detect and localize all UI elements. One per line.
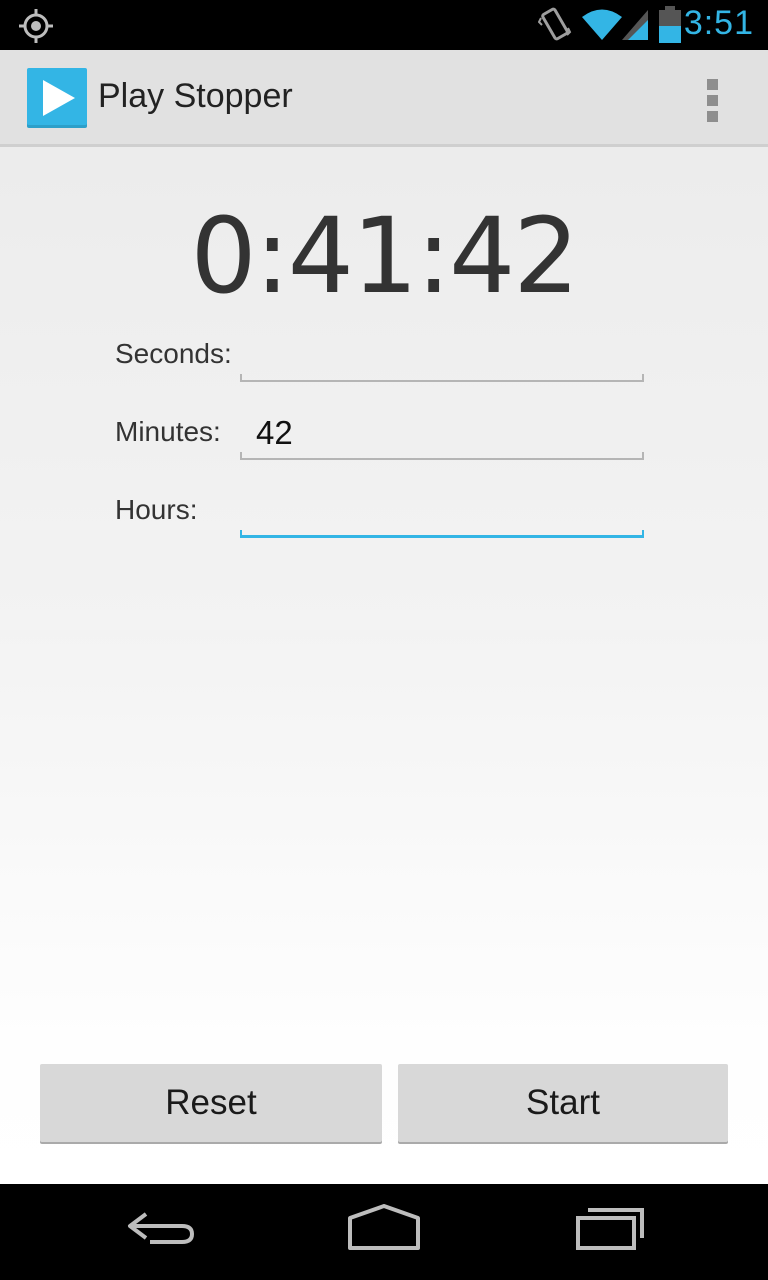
minutes-underline: [240, 452, 644, 460]
minutes-label: Minutes:: [115, 416, 221, 447]
hours-label: Hours:: [115, 494, 198, 525]
status-time: 3:51: [683, 4, 754, 42]
hours-field[interactable]: [240, 488, 644, 538]
overflow-menu-icon[interactable]: [692, 74, 732, 124]
back-icon[interactable]: [110, 1204, 210, 1260]
main-content: 0:41:42 Seconds: Minutes: Hours: Reset S…: [0, 147, 768, 1184]
signal-icon: [622, 10, 648, 40]
seconds-label: Seconds:: [115, 338, 232, 369]
hours-underline: [240, 530, 644, 538]
location-icon: [19, 9, 53, 43]
status-bar: 3:51: [0, 0, 768, 50]
recent-apps-icon[interactable]: [560, 1204, 660, 1260]
minutes-input[interactable]: [240, 410, 644, 456]
battery-icon: [659, 6, 681, 43]
app-title: Play Stopper: [98, 77, 293, 115]
minutes-field[interactable]: [240, 410, 644, 460]
start-button[interactable]: Start: [398, 1064, 728, 1142]
hours-input[interactable]: [240, 488, 644, 534]
vibrate-icon: [538, 7, 572, 41]
seconds-field[interactable]: [240, 332, 644, 382]
seconds-underline: [240, 374, 644, 382]
phone-screen: 3:51 Play Stopper 0:41:42 Seconds: Minut…: [0, 0, 768, 1280]
home-icon[interactable]: [334, 1204, 434, 1260]
navigation-bar: [0, 1184, 768, 1280]
play-icon[interactable]: [27, 68, 87, 128]
wifi-icon: [582, 9, 622, 40]
action-bar: Play Stopper: [0, 50, 768, 147]
timer-display: 0:41:42: [190, 195, 580, 317]
reset-button[interactable]: Reset: [40, 1064, 382, 1142]
seconds-input[interactable]: [240, 332, 644, 378]
